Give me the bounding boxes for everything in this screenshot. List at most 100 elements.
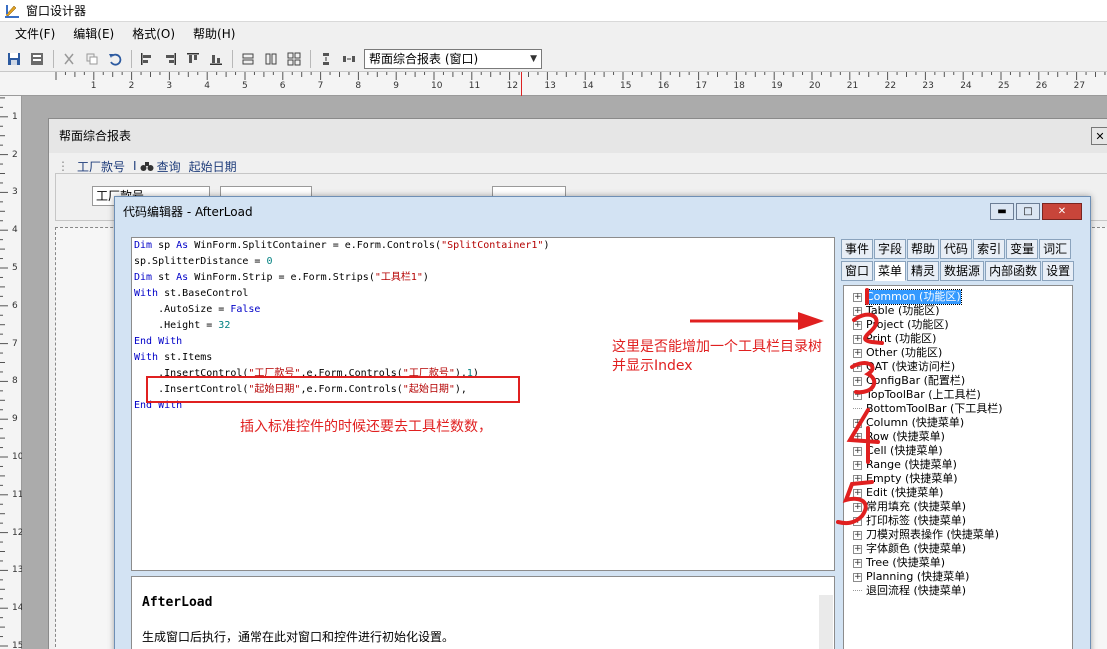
expand-icon[interactable]: + — [853, 418, 862, 428]
expand-icon[interactable]: + — [853, 544, 862, 554]
minimize-button[interactable]: ▬ — [990, 203, 1014, 220]
tree-item[interactable]: + TopToolBar (上工具栏) — [844, 388, 1072, 402]
tab-tabs_row2-1[interactable]: 菜单 — [874, 261, 907, 281]
tree-item[interactable]: + Edit (快捷菜单) — [844, 486, 1072, 500]
menu-edit[interactable]: 编辑(E) — [64, 24, 123, 44]
vertical-spacing-button[interactable] — [315, 48, 337, 70]
cut-button[interactable] — [58, 48, 80, 70]
ruler-label: 6 — [12, 300, 18, 311]
save-button[interactable] — [3, 48, 25, 70]
tree-connector — [853, 402, 862, 409]
close-icon[interactable]: ✕ — [1091, 127, 1107, 145]
expand-icon[interactable]: + — [853, 572, 862, 582]
tree-item-label: ConfigBar (配置栏) — [866, 374, 966, 387]
ruler-label: 25 — [998, 81, 1010, 91]
same-size-icon — [287, 52, 301, 65]
tree-item[interactable]: + Planning (快捷菜单) — [844, 570, 1072, 584]
tree-item[interactable]: + Print (功能区) — [844, 332, 1072, 346]
align-right-button[interactable] — [159, 48, 181, 70]
ruler-label: 3 — [12, 187, 18, 198]
tree-item[interactable]: + Other (功能区) — [844, 346, 1072, 360]
expand-icon[interactable]: + — [853, 292, 862, 302]
expand-icon[interactable]: + — [853, 446, 862, 456]
tab-tabs_row1-1[interactable]: 字段 — [874, 239, 907, 259]
expand-icon[interactable]: + — [853, 488, 862, 498]
tree-item[interactable]: + 打印标签 (快捷菜单) — [844, 514, 1072, 528]
tree-item[interactable]: + 常用填充 (快捷菜单) — [844, 500, 1072, 514]
align-bottom-button[interactable] — [205, 48, 227, 70]
tree-item[interactable]: + Tree (快捷菜单) — [844, 556, 1072, 570]
expand-icon[interactable]: + — [853, 530, 862, 540]
expand-icon[interactable]: + — [853, 516, 862, 526]
align-top-button[interactable] — [182, 48, 204, 70]
description-scrollbar[interactable] — [819, 595, 833, 649]
tree-item[interactable]: + QAT (快速访问栏) — [844, 360, 1072, 374]
tree-item-label: QAT (快速访问栏) — [866, 360, 956, 373]
same-size-button[interactable] — [283, 48, 305, 70]
ruler-cursor-marker — [521, 72, 522, 96]
tab-tabs_row2-0[interactable]: 窗口 — [841, 261, 874, 281]
align-top-icon — [187, 52, 199, 63]
code-editor[interactable]: Dim sp As WinForm.SplitContainer = e.For… — [131, 237, 835, 571]
expand-icon[interactable]: + — [853, 334, 862, 344]
expand-icon[interactable]: + — [853, 362, 862, 372]
expand-icon[interactable]: + — [853, 376, 862, 386]
expand-icon[interactable]: + — [853, 432, 862, 442]
maximize-button[interactable]: □ — [1016, 203, 1040, 220]
menu-format[interactable]: 格式(O) — [123, 24, 184, 44]
save-all-button[interactable] — [26, 48, 48, 70]
tree-item[interactable]: + Column (快捷菜单) — [844, 416, 1072, 430]
tab-tabs_row1-5[interactable]: 变量 — [1006, 239, 1039, 259]
menu-tree[interactable]: + Common (功能区) + Table (功能区) + Project (功能区) +… — [843, 285, 1073, 649]
tree-item[interactable]: + Table (功能区) — [844, 304, 1072, 318]
expand-icon[interactable]: + — [853, 320, 862, 330]
tree-item[interactable]: + Project (功能区) — [844, 318, 1072, 332]
tab-tabs_row1-4[interactable]: 索引 — [973, 239, 1006, 259]
tree-item[interactable]: + Row (快捷菜单) — [844, 430, 1072, 444]
form-toolbar-item-factory-no[interactable]: 工厂款号 — [77, 158, 125, 175]
tree-item-label: Common (功能区) — [865, 289, 962, 305]
tree-item[interactable]: + Common (功能区) — [844, 289, 1072, 305]
align-left-button[interactable] — [136, 48, 158, 70]
ruler-label: 19 — [771, 81, 783, 91]
undo-button[interactable] — [104, 48, 126, 70]
tab-tabs_row2-5[interactable]: 设置 — [1042, 261, 1075, 281]
expand-icon[interactable]: + — [853, 474, 862, 484]
form-selector-dropdown[interactable]: 帮面综合报表 (窗口) ▼ — [364, 48, 542, 69]
tab-tabs_row1-6[interactable]: 词汇 — [1039, 239, 1072, 259]
tab-tabs_row2-4[interactable]: 内部函数 — [985, 261, 1042, 281]
ruler-label: 4 — [204, 81, 210, 91]
close-button[interactable]: ✕ — [1042, 203, 1082, 220]
menu-file[interactable]: 文件(F) — [6, 24, 64, 44]
expand-icon[interactable]: + — [853, 306, 862, 316]
tab-tabs_row2-3[interactable]: 数据源 — [940, 261, 985, 281]
form-toolbar-label: 查询 — [156, 159, 181, 174]
tree-item[interactable]: + ConfigBar (配置栏) — [844, 374, 1072, 388]
tab-tabs_row1-2[interactable]: 帮助 — [907, 239, 940, 259]
ruler-label: 10 — [431, 81, 443, 91]
horizontal-spacing-button[interactable] — [338, 48, 360, 70]
tree-item[interactable]: + Cell (快捷菜单) — [844, 444, 1072, 458]
form-toolbar-item-query[interactable]: I 查询 — [133, 158, 181, 175]
tab-tabs_row1-3[interactable]: 代码 — [940, 239, 973, 259]
copy-button[interactable] — [81, 48, 103, 70]
expand-icon[interactable]: + — [853, 390, 862, 400]
tab-tabs_row1-0[interactable]: 事件 — [841, 239, 874, 259]
same-height-button[interactable] — [260, 48, 282, 70]
expand-icon[interactable]: + — [853, 348, 862, 358]
tree-item[interactable]: + Range (快捷菜单) — [844, 458, 1072, 472]
same-width-button[interactable] — [237, 48, 259, 70]
tree-item[interactable]: + 字体颜色 (快捷菜单) — [844, 542, 1072, 556]
menu-help[interactable]: 帮助(H) — [184, 24, 244, 44]
tree-item-label: Tree (快捷菜单) — [866, 556, 945, 569]
tree-item[interactable]: + Empty (快捷菜单) — [844, 472, 1072, 486]
form-toolbar-item-start-date[interactable]: 起始日期 — [189, 158, 237, 175]
tree-item[interactable]: 退回流程 (快捷菜单) — [844, 584, 1072, 598]
tree-item[interactable]: BottomToolBar (下工具栏) — [844, 402, 1072, 416]
tree-item[interactable]: + 刀模对照表操作 (快捷菜单) — [844, 528, 1072, 542]
expand-icon[interactable]: + — [853, 558, 862, 568]
expand-icon[interactable]: + — [853, 460, 862, 470]
ruler-label: 1 — [12, 111, 18, 122]
tab-tabs_row2-2[interactable]: 精灵 — [907, 261, 940, 281]
expand-icon[interactable]: + — [853, 502, 862, 512]
